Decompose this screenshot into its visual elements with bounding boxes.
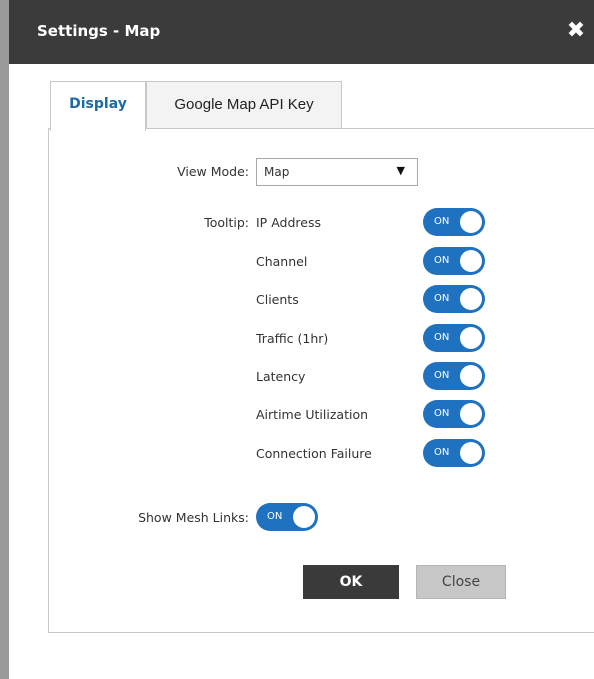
tooltip-item-connection-failure-label: Connection Failure xyxy=(256,446,372,461)
show-mesh-links-label: Show Mesh Links: xyxy=(138,510,249,525)
display-panel xyxy=(48,128,594,633)
tooltip-ip-address-toggle[interactable]: ON xyxy=(423,208,485,236)
tab-google-map-api-key-label: Google Map API Key xyxy=(174,96,314,113)
toggle-state-text: ON xyxy=(434,370,450,381)
background-window-edge xyxy=(0,0,9,679)
view-mode-label: View Mode: xyxy=(177,164,249,179)
tooltip-traffic-toggle[interactable]: ON xyxy=(423,324,485,352)
tab-display[interactable]: Display xyxy=(50,81,146,131)
tooltip-connection-failure-toggle[interactable]: ON xyxy=(423,439,485,467)
tooltip-airtime-utilization-toggle[interactable]: ON xyxy=(423,400,485,428)
toggle-state-text: ON xyxy=(434,408,450,419)
toggle-state-text: ON xyxy=(434,255,450,266)
toggle-state-text: ON xyxy=(434,447,450,458)
ok-button[interactable]: OK xyxy=(303,565,399,599)
view-mode-select[interactable]: Map ▼ xyxy=(256,158,418,186)
dialog-title: Settings - Map xyxy=(37,22,161,40)
view-mode-selected-value: Map xyxy=(264,165,290,179)
toggle-state-text: ON xyxy=(434,293,450,304)
toggle-state-text: ON xyxy=(267,511,283,522)
toggle-knob xyxy=(293,506,315,528)
toggle-knob xyxy=(460,403,482,425)
toggle-knob xyxy=(460,327,482,349)
toggle-knob xyxy=(460,442,482,464)
tooltip-item-latency-label: Latency xyxy=(256,369,306,384)
tab-google-map-api-key[interactable]: Google Map API Key xyxy=(146,81,342,129)
tooltip-clients-toggle[interactable]: ON xyxy=(423,285,485,313)
tooltip-label: Tooltip: xyxy=(204,215,249,230)
tooltip-channel-toggle[interactable]: ON xyxy=(423,247,485,275)
dialog-title-bar: Settings - Map ✖ xyxy=(9,0,594,64)
toggle-state-text: ON xyxy=(434,332,450,343)
close-button[interactable]: Close xyxy=(416,565,506,599)
tab-display-label: Display xyxy=(69,96,127,112)
tooltip-item-airtime-utilization-label: Airtime Utilization xyxy=(256,407,369,422)
close-icon[interactable]: ✖ xyxy=(564,16,588,46)
toggle-knob xyxy=(460,288,482,310)
tooltip-item-channel-label: Channel xyxy=(256,254,308,269)
show-mesh-links-toggle[interactable]: ON xyxy=(256,503,318,531)
toggle-knob xyxy=(460,365,482,387)
chevron-down-icon: ▼ xyxy=(396,164,405,177)
tooltip-item-clients-label: Clients xyxy=(256,292,299,307)
tooltip-latency-toggle[interactable]: ON xyxy=(423,362,485,390)
tooltip-item-traffic-label: Traffic (1hr) xyxy=(256,331,329,346)
toggle-state-text: ON xyxy=(434,216,450,227)
tooltip-item-ip-address-label: IP Address xyxy=(256,215,321,230)
toggle-knob xyxy=(460,211,482,233)
toggle-knob xyxy=(460,250,482,272)
